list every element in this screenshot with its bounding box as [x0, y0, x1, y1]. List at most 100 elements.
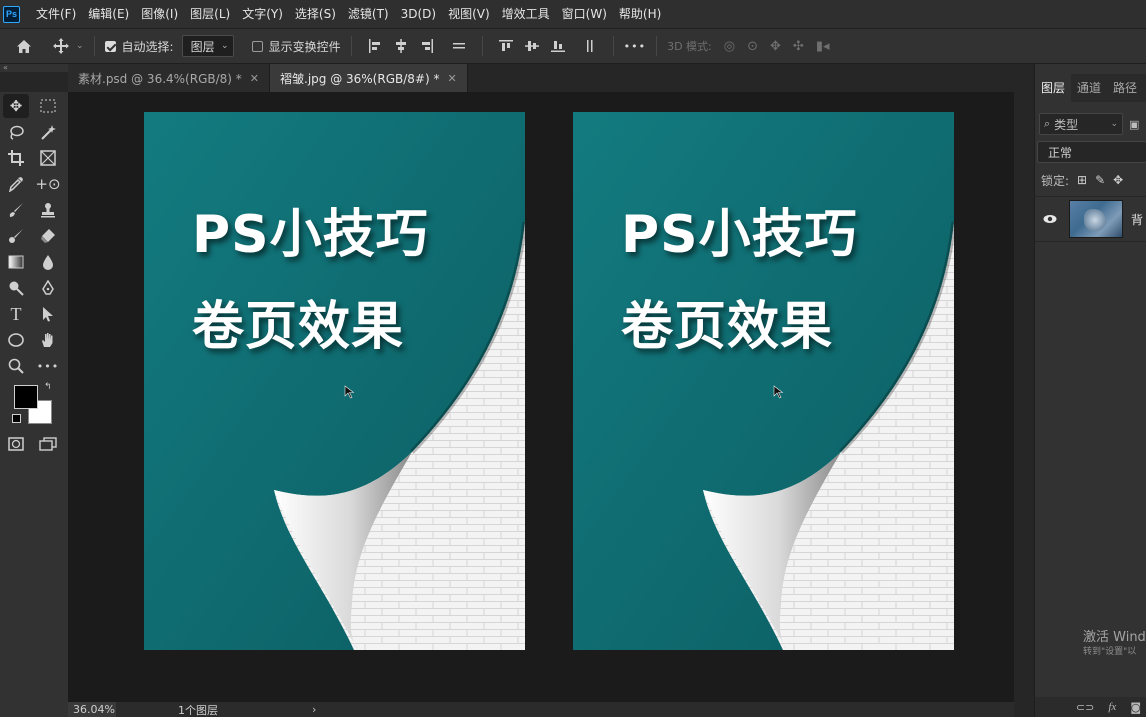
ellipse-icon[interactable]	[3, 328, 29, 352]
menu-view[interactable]: 视图(V)	[442, 0, 496, 28]
path-select-icon[interactable]	[35, 302, 61, 326]
auto-select-label: 自动选择:	[121, 39, 174, 54]
frame-icon[interactable]	[35, 146, 61, 170]
default-colors-icon[interactable]	[12, 414, 21, 423]
close-icon[interactable]: ✕	[250, 72, 259, 85]
home-icon[interactable]	[0, 39, 48, 54]
swap-colors-icon[interactable]: ↰	[44, 382, 52, 392]
zoom-level[interactable]: 36.04%	[68, 702, 116, 717]
3d-roll-icon[interactable]: ⊙	[747, 39, 758, 54]
toolbar-collapse[interactable]: «	[0, 64, 68, 72]
document-image-left[interactable]: PS小技巧 卷页效果	[144, 112, 525, 650]
chevron-down-icon[interactable]: ⌄	[76, 41, 84, 51]
lock-image-icon[interactable]: ✎	[1095, 173, 1105, 187]
crop-icon[interactable]	[3, 146, 29, 170]
lock-position-icon[interactable]: ✥	[1113, 173, 1123, 187]
app-logo[interactable]: Ps	[3, 5, 20, 23]
measure-icon[interactable]: +⊙	[35, 172, 61, 196]
blend-mode-value: 正常	[1048, 145, 1073, 160]
3d-mode-label: 3D 模式:	[667, 40, 712, 53]
zoom-icon[interactable]	[3, 354, 29, 378]
align-bottom-icon[interactable]	[545, 36, 571, 56]
auto-select-checkbox[interactable]	[104, 40, 116, 52]
align-hcenter-icon[interactable]	[388, 36, 414, 56]
lasso-icon[interactable]	[3, 120, 29, 144]
document-tabs: 素材.psd @ 36.4%(RGB/8) * ✕ 褶皱.jpg @ 36%(R…	[68, 64, 1034, 92]
3d-pan-icon[interactable]: ✥	[770, 39, 781, 54]
stamp-icon[interactable]	[35, 198, 61, 222]
align-right-icon[interactable]	[414, 36, 440, 56]
3d-slide-icon[interactable]: ✣	[793, 39, 804, 54]
tab-document-2[interactable]: 褶皱.jpg @ 36%(RGB/8#) * ✕	[270, 64, 468, 92]
layer-name[interactable]: 背	[1131, 211, 1143, 228]
eye-icon[interactable]	[1043, 214, 1057, 224]
layer-item[interactable]: 背	[1035, 196, 1146, 242]
align-vcenter-icon[interactable]	[519, 36, 545, 56]
tab-channels[interactable]: 通道	[1071, 74, 1107, 102]
lock-transparent-icon[interactable]: ⊞	[1077, 173, 1087, 187]
eyedropper-icon[interactable]	[3, 172, 29, 196]
foreground-color-swatch[interactable]	[14, 385, 38, 409]
menu-items: 文件(F) 编辑(E) 图像(I) 图层(L) 文字(Y) 选择(S) 滤镜(T…	[30, 0, 667, 28]
move-icon[interactable]: ✥	[3, 94, 29, 118]
blur-icon[interactable]	[35, 250, 61, 274]
filter-image-icon[interactable]: ▣	[1129, 118, 1139, 131]
layer-filter-dropdown[interactable]: ⌕ 类型 ⌄	[1039, 113, 1123, 135]
marquee-icon[interactable]	[35, 94, 61, 118]
menu-filter[interactable]: 滤镜(T)	[342, 0, 395, 28]
more-options-icon[interactable]: •••	[624, 40, 646, 53]
distribute-vertical-icon[interactable]	[577, 36, 603, 56]
tab-paths[interactable]: 路径	[1107, 74, 1143, 102]
lock-row: 锁定: ⊞ ✎ ✥	[1041, 170, 1146, 190]
menu-window[interactable]: 窗口(W)	[556, 0, 613, 28]
document-image-right[interactable]: PS小技巧 卷页效果	[573, 112, 954, 650]
brush-icon[interactable]	[3, 198, 29, 222]
divider	[656, 36, 658, 56]
menu-layer[interactable]: 图层(L)	[184, 0, 236, 28]
menu-help[interactable]: 帮助(H)	[613, 0, 667, 28]
menu-plugins[interactable]: 增效工具	[496, 0, 556, 28]
eraser-icon[interactable]	[35, 224, 61, 248]
menu-file[interactable]: 文件(F)	[30, 0, 82, 28]
gradient-icon[interactable]	[3, 250, 29, 274]
menu-select[interactable]: 选择(S)	[289, 0, 342, 28]
3d-orbit-icon[interactable]: ◎	[724, 39, 735, 54]
tab-document-1[interactable]: 素材.psd @ 36.4%(RGB/8) * ✕	[68, 64, 270, 92]
layer-filter-row: ⌕ 类型 ⌄ ▣	[1039, 112, 1146, 136]
pen-icon[interactable]	[35, 276, 61, 300]
show-transform-checkbox[interactable]	[251, 40, 263, 52]
healing-brush-icon[interactable]	[3, 224, 29, 248]
screen-mode-icon[interactable]	[35, 432, 61, 456]
search-icon: ⌕	[1044, 117, 1051, 130]
auto-select-target-dropdown[interactable]: 图层 ⌄	[181, 35, 234, 57]
distribute-horizontal-icon[interactable]	[446, 36, 472, 56]
canvas-area[interactable]: PS小技巧 卷页效果 PS小技巧 卷页效果	[68, 92, 1014, 702]
quick-mask-icon[interactable]	[3, 432, 29, 456]
document-title-line2: 卷页效果	[621, 297, 834, 357]
tab-document-2-label: 褶皱.jpg @ 36%(RGB/8#) *	[280, 71, 440, 86]
magic-wand-icon[interactable]	[35, 120, 61, 144]
blend-mode-dropdown[interactable]: 正常	[1037, 141, 1146, 163]
dodge-icon[interactable]	[3, 276, 29, 300]
panel-tabs: 图层 通道 路径	[1035, 74, 1146, 102]
hand-icon[interactable]	[35, 328, 61, 352]
close-icon[interactable]: ✕	[447, 72, 456, 85]
divider	[612, 36, 614, 56]
panel-bottom-bar: ⊂⊃ fx ◙	[1035, 697, 1146, 717]
menu-edit[interactable]: 编辑(E)	[82, 0, 135, 28]
menu-type[interactable]: 文字(Y)	[236, 0, 289, 28]
more-tools-icon[interactable]: •••	[35, 354, 61, 378]
type-icon[interactable]: T	[3, 302, 29, 326]
move-tool-icon[interactable]	[48, 38, 74, 54]
status-bar: 36.04% 1个图层 ›	[68, 702, 1014, 717]
menu-3d[interactable]: 3D(D)	[395, 0, 442, 28]
link-icon[interactable]: ⊂⊃	[1076, 701, 1094, 714]
menu-image[interactable]: 图像(I)	[135, 0, 184, 28]
tab-layers[interactable]: 图层	[1035, 74, 1072, 102]
align-left-icon[interactable]	[362, 36, 388, 56]
fx-icon[interactable]: fx	[1108, 701, 1116, 713]
mask-icon[interactable]: ◙	[1130, 701, 1141, 714]
align-top-icon[interactable]	[493, 36, 519, 56]
status-menu-icon[interactable]: ›	[312, 703, 316, 716]
3d-camera-icon[interactable]: ▮◂	[816, 39, 830, 54]
